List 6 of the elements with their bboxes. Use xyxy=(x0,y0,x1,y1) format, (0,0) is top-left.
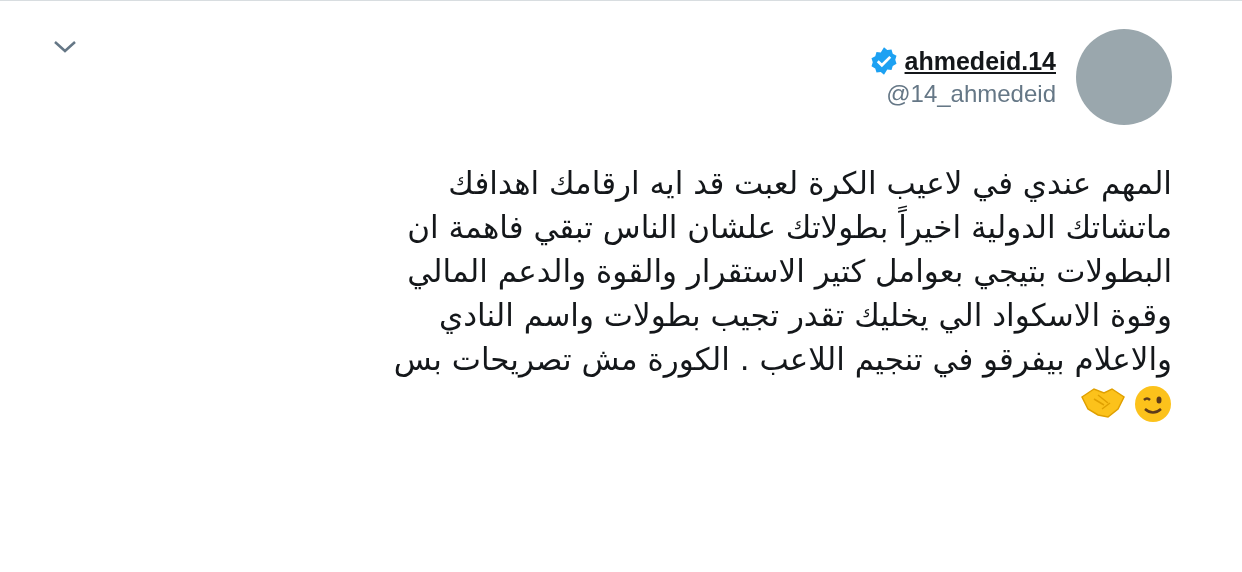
display-name[interactable]: ahmedeid.14 xyxy=(904,46,1056,76)
chevron-down-icon[interactable] xyxy=(52,39,78,55)
user-handle: @14_ahmedeid xyxy=(886,80,1056,108)
tweet-text: المهم عندي في لاعيب الكرة لعبت قد ايه ارقامك اهدافك ماتشاتك الدولية اخيراً بطولاتك علشان الناس تبقي فاهمة ان البطولات بتيجي بعوامل كتير الاستقرار والقوة والدعم المالي وقوة الاسكواد الي يخليك تقدر تجيب بطولات واسم النادي والاعلام بيفرقو في تنجيم اللاعب . الكورة مش تصريحات بس xyxy=(392,164,1172,380)
handshake-icon xyxy=(1080,385,1126,419)
winking-face-icon xyxy=(1134,385,1172,423)
